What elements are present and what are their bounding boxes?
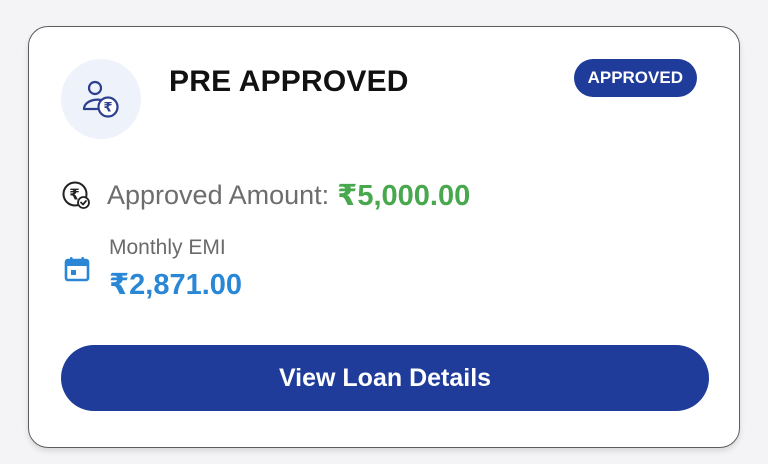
approved-amount-value: ₹5,000.00 — [337, 179, 471, 212]
svg-text:₹: ₹ — [103, 101, 112, 116]
calendar-icon — [64, 257, 90, 282]
card-title: PRE APPROVED — [169, 65, 409, 98]
approved-amount-label: Approved Amount: — [107, 179, 330, 210]
approved-amount-row: ₹ Approved Amount: ₹5,000.00 — [61, 175, 470, 215]
monthly-emi-value: ₹2,871.00 — [109, 269, 243, 301]
view-loan-details-button[interactable]: View Loan Details — [61, 345, 709, 411]
rupee-coin-check-icon: ₹ — [62, 181, 90, 209]
monthly-emi-label: Monthly EMI — [109, 236, 226, 259]
loan-offer-card: ₹ PRE APPROVED APPROVED ₹ Approved Amoun… — [28, 26, 740, 448]
user-rupee-icon: ₹ — [61, 59, 141, 139]
status-badge: APPROVED — [573, 59, 697, 97]
